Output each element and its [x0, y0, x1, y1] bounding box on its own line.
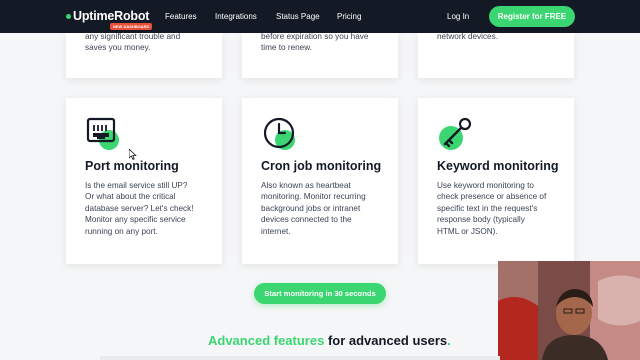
feature-card-top-1: any significant trouble and saves you mo… [66, 32, 222, 78]
feature-card-cron-job-monitoring: Cron job monitoring Also known as heartb… [242, 98, 398, 264]
top-navbar: UptimeRobot NEW DASHBOARD Features Integ… [0, 0, 640, 33]
logo-text: UptimeRobot [73, 9, 150, 23]
logo[interactable]: UptimeRobot NEW DASHBOARD [66, 9, 153, 30]
feature-card-keyword-monitoring: Keyword monitoring Use keyword monitorin… [418, 98, 574, 264]
feature-card-top-3: network devices. [418, 32, 574, 78]
card-description: before expiration so you have time to re… [261, 32, 369, 53]
login-link[interactable]: Log In [447, 12, 469, 21]
logo-dot-icon [66, 13, 71, 19]
feature-card-port-monitoring: Port monitoring Is the email service sti… [66, 98, 222, 264]
webcam-person-image [498, 261, 640, 360]
card-title: Cron job monitoring [261, 159, 382, 173]
card-description: Is the email service still UP? Or what a… [85, 181, 194, 236]
card-description: Also known as heartbeat monitoring. Moni… [261, 181, 366, 236]
card-title: Keyword monitoring [437, 159, 559, 173]
mouse-cursor-icon [129, 149, 137, 160]
webcam-overlay [498, 261, 640, 360]
card-description: network devices. [437, 32, 498, 41]
card-title: Port monitoring [85, 159, 179, 173]
network-port-icon [85, 116, 121, 152]
clock-icon [261, 116, 297, 152]
advanced-features-heading: Advanced features for advanced users. [208, 333, 451, 348]
nav-link-integrations[interactable]: Integrations [215, 12, 257, 21]
card-description: any significant trouble and saves you mo… [85, 32, 181, 53]
section-divider [100, 356, 500, 360]
nav-link-pricing[interactable]: Pricing [337, 12, 361, 21]
register-button[interactable]: Register for FREE [489, 6, 575, 27]
start-monitoring-button[interactable]: Start monitoring in 30 seconds [254, 283, 386, 304]
key-icon [437, 116, 473, 152]
logo-badge: NEW DASHBOARD [110, 23, 153, 30]
feature-card-top-2: before expiration so you have time to re… [242, 32, 398, 78]
card-description: Use keyword monitoring to check presence… [437, 181, 547, 236]
nav-link-status-page[interactable]: Status Page [276, 12, 320, 21]
nav-link-features[interactable]: Features [165, 12, 197, 21]
